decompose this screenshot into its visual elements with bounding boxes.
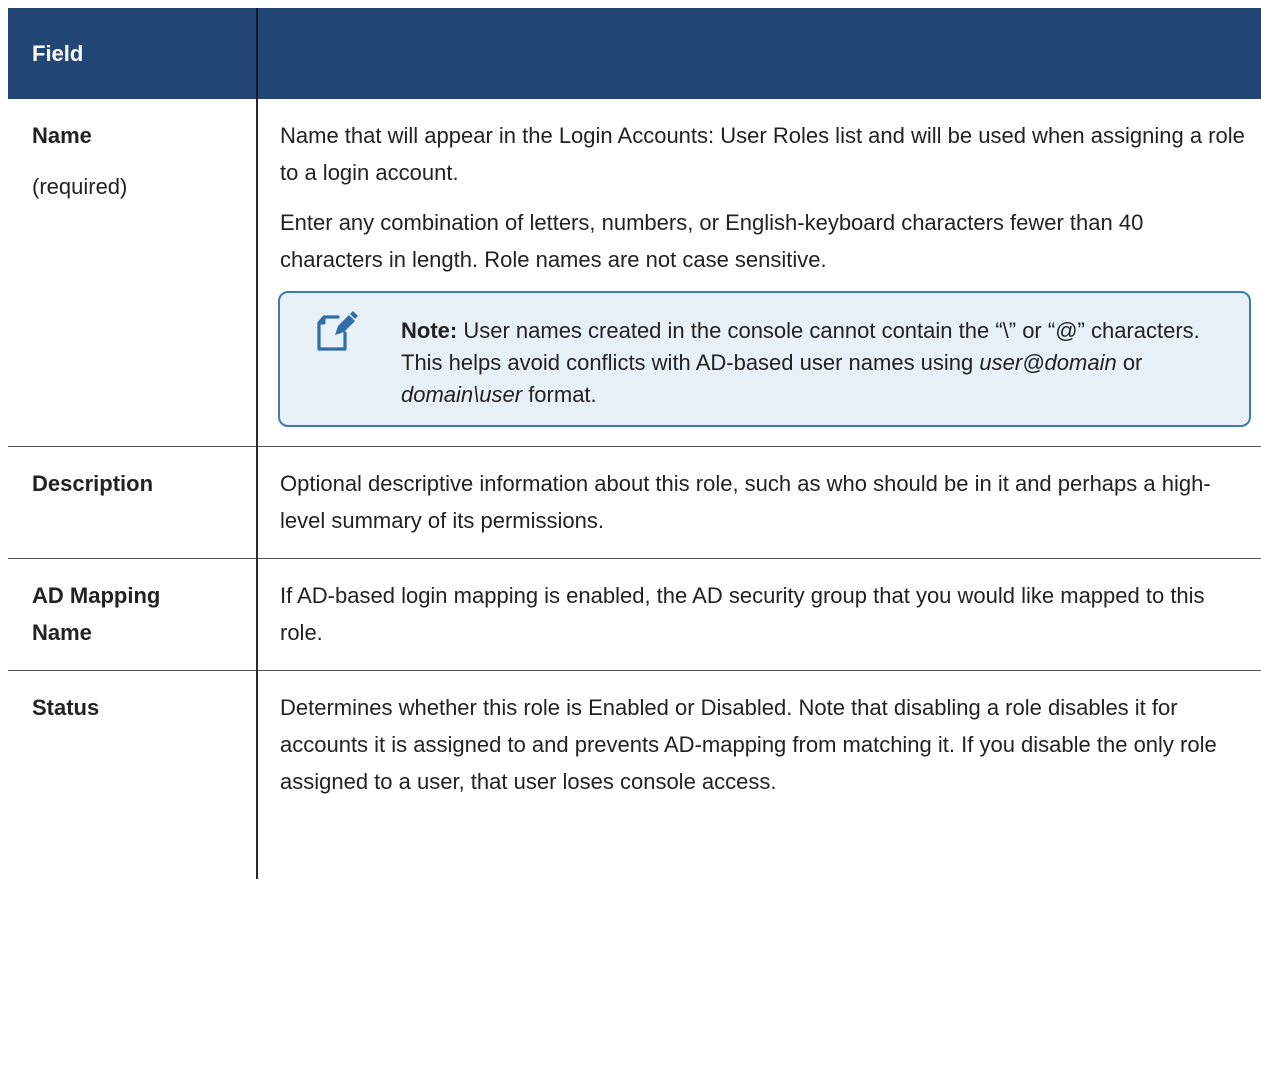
note-callout: Note: User names created in the console … bbox=[278, 291, 1251, 427]
name-desc-paragraph-1: Name that will appear in the Login Accou… bbox=[280, 123, 1245, 185]
table-row-status: Status Determines whether this role is E… bbox=[8, 670, 1261, 879]
desc-cell-description: Optional descriptive information about t… bbox=[257, 446, 1261, 559]
note-label: Note: bbox=[401, 318, 458, 343]
field-cell-description: Description bbox=[8, 446, 258, 559]
note-example-domain-user: domain\user bbox=[401, 382, 523, 407]
field-cell-name: Name (required) bbox=[8, 99, 258, 447]
table-row-ad-mapping: AD Mapping Name If AD-based login mappin… bbox=[8, 558, 1261, 671]
field-label-ad-mapping-line2: Name bbox=[32, 620, 92, 645]
note-pencil-icon bbox=[317, 311, 358, 351]
header-field: Field bbox=[8, 8, 257, 99]
table-header-row: Field bbox=[8, 8, 1261, 99]
field-cell-status: Status bbox=[8, 670, 258, 879]
desc-cell-name: Name that will appear in the Login Accou… bbox=[257, 99, 1261, 447]
note-text-3: format. bbox=[522, 382, 597, 407]
field-description-table: Field Name (required) Name that will app… bbox=[8, 8, 1261, 879]
name-desc-paragraph-2: Enter any combination of letters, number… bbox=[280, 210, 1144, 272]
desc-cell-status: Determines whether this role is Enabled … bbox=[280, 695, 1217, 794]
desc-cell-ad-mapping: If AD-based login mapping is enabled, th… bbox=[257, 558, 1261, 671]
table-row-name: Name (required) Name that will appear in… bbox=[8, 99, 1261, 447]
note-text-2: or bbox=[1116, 350, 1143, 375]
table-row-description: Description Optional descriptive informa… bbox=[8, 446, 1261, 559]
field-label-ad-mapping-line1: AD Mapping bbox=[32, 583, 161, 608]
header-description bbox=[256, 8, 1261, 99]
field-required-label: (required) bbox=[32, 174, 128, 199]
field-label-name: Name bbox=[32, 123, 92, 148]
note-example-user-at-domain: user@domain bbox=[979, 350, 1117, 375]
field-cell-ad-mapping: AD Mapping Name bbox=[8, 558, 258, 671]
